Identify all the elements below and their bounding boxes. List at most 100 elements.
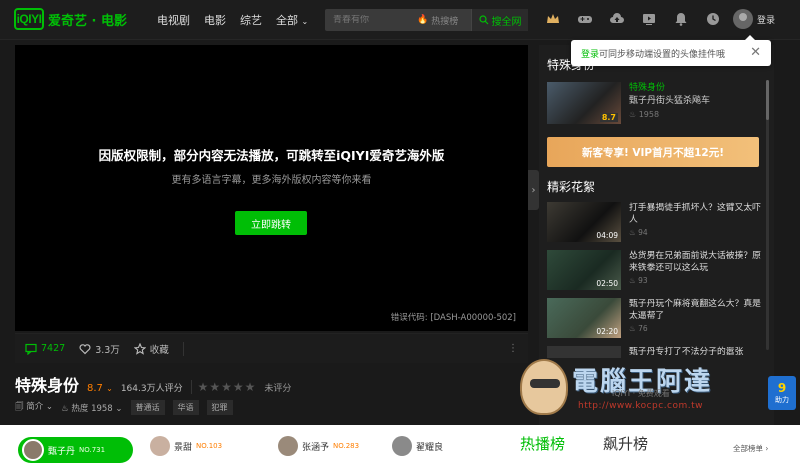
nav-all-label: 全部 (276, 14, 298, 27)
collect-button[interactable]: 收藏 (133, 342, 169, 356)
gamepad-icon[interactable] (577, 11, 593, 27)
clip-thumbnail: 02:20 (547, 298, 621, 338)
intro-link[interactable]: 🗐 简介 ⌄ (15, 400, 53, 415)
jump-button[interactable]: 立即跳转 (235, 211, 307, 235)
cast-name: 甄子丹 (48, 446, 76, 457)
toolbar-icons (545, 11, 721, 27)
like-button[interactable]: 3.3万 (79, 342, 120, 356)
heat-value: ♨ 热度 1958 ⌄ (61, 402, 123, 414)
vip-promo-banner[interactable]: 新客专享! VIP首月不超12元! (547, 137, 759, 167)
side-badge-label: 助力 (775, 396, 789, 404)
cast-item[interactable]: 翟耀良 (392, 436, 443, 456)
chevron-down-icon: ⌄ (115, 403, 123, 414)
chevron-down-icon: ⌄ (45, 402, 54, 412)
clip-item[interactable]: 02:50 怂货男在兄弟面前说大话被揍？原来铁拳还可以这么玩 ♨ 93 (547, 250, 767, 292)
nav-item-tv[interactable]: 电视剧 (157, 12, 190, 28)
all-charts-link[interactable]: 全部榜单 › (733, 443, 768, 454)
search-button[interactable]: 搜全网 (471, 9, 528, 31)
crown-icon[interactable] (545, 11, 561, 27)
comments-count: 7427 (41, 343, 66, 354)
error-code: 错误代码: [DASH-A00000-502] (390, 313, 516, 323)
avatar-sync-tooltip: 登录 可同步移动端设置的头像挂件哦 ✕ (571, 35, 771, 66)
sidebar-toggle-chevron-icon[interactable]: › (528, 170, 539, 210)
collect-label: 收藏 (149, 344, 169, 356)
cast-avatar (150, 436, 170, 456)
clip-thumbnail (547, 346, 621, 358)
cast-item-active[interactable]: 甄子丹 NO.731 (18, 437, 133, 463)
tab-hot-chart[interactable]: 热播榜 (520, 433, 565, 454)
chevron-right-icon: › (765, 444, 769, 453)
login-label: 登录 (757, 15, 776, 26)
cast-name: 张涵予 (302, 442, 330, 453)
rating-stars[interactable]: ★★★★★ (190, 380, 257, 394)
user-login[interactable]: 登录 (733, 9, 775, 29)
bell-icon[interactable] (673, 11, 689, 27)
iqiyi-logo[interactable]: iQIYI 爱奇艺 · 电影 (14, 8, 127, 30)
more-options-icon[interactable]: ⋮ (508, 343, 518, 354)
search-box: 🔥 热搜榜 搜全网 (325, 9, 528, 31)
tag-language[interactable]: 普通话 (130, 400, 165, 415)
cast-avatar (392, 436, 412, 456)
tab-rising-chart[interactable]: 飙升榜 (603, 433, 648, 454)
scrollbar-thumb[interactable] (766, 80, 769, 120)
hot-search-link[interactable]: 🔥 热搜榜 (417, 14, 471, 27)
nav-item-variety[interactable]: 综艺 (240, 12, 262, 28)
top-navigation-bar: iQIYI 爱奇艺 · 电影 电视剧 电影 综艺 全部 ⌄ 🔥 热搜榜 搜全网 … (0, 0, 800, 40)
upload-cloud-icon[interactable] (609, 11, 625, 27)
movie-score[interactable]: 8.7 ⌄ (87, 383, 113, 394)
clock-icon[interactable] (705, 11, 721, 27)
cast-rank: NO.283 (333, 442, 360, 450)
clip-item[interactable]: 04:09 打手暴揭徒手抓坏人？这臂又太吓人 ♨ 94 (547, 202, 767, 244)
player-action-bar: 7427 3.3万 收藏 ⋮ (15, 333, 528, 363)
cast-item[interactable]: 张涵予 NO.283 (278, 436, 359, 456)
clip-views: ♨ 93 (629, 276, 648, 285)
clip-views-count: 94 (638, 228, 648, 237)
comments-button[interactable]: 7427 (25, 343, 65, 355)
cast-rank: NO.103 (196, 442, 223, 450)
feature-thumbnail: 8.7 (547, 82, 621, 124)
video-player[interactable]: 因版权限制，部分内容无法播放，可跳转至iQIYI爱奇艺海外版 更有多语言字幕，更… (15, 45, 528, 331)
tag-region[interactable]: 华语 (172, 400, 199, 415)
search-icon (478, 15, 488, 25)
nav-item-movie[interactable]: 电影 (204, 12, 226, 28)
doc-icon: 🗐 (15, 402, 24, 412)
clip-duration: 04:09 (596, 231, 618, 240)
chevron-down-icon: ⌄ (106, 384, 113, 393)
tag-genre[interactable]: 犯罪 (206, 400, 233, 415)
sidebar-scrollbar[interactable] (766, 80, 769, 350)
clip-title: 怂货男在兄弟面前说大话被揍？原来铁拳还可以这么玩 (629, 251, 761, 273)
screen-play-icon[interactable] (641, 11, 657, 27)
cast-avatar (22, 439, 44, 461)
copyright-sub-message: 更有多语言字幕，更多海外版权内容等你来看 (171, 175, 372, 186)
unrated-label: 未评分 (264, 384, 292, 394)
main-nav: 电视剧 电影 综艺 全部 ⌄ (157, 12, 308, 28)
feature-info: 特殊身份 甄子丹街头猛杀飚车 ♨ 1958 (629, 82, 710, 126)
copyright-message: 因版权限制，部分内容无法播放，可跳转至iQIYI爱奇艺海外版 (98, 148, 445, 163)
clip-duration: 02:20 (596, 327, 618, 336)
clip-item[interactable]: 02:20 甄子丹玩个麻将竟翻这么大？真是太逼帮了 ♨ 76 (547, 298, 767, 340)
hot-search-label: 热搜榜 (431, 16, 459, 27)
flame-icon: ♨ (629, 110, 637, 119)
close-icon[interactable]: ✕ (750, 45, 761, 60)
cast-rank: NO.731 (79, 446, 106, 454)
clip-views-count: 76 (638, 324, 648, 333)
side-badge-number: 9 (777, 381, 787, 395)
nav-item-all[interactable]: 全部 ⌄ (276, 12, 308, 28)
feature-name: 特殊身份 (629, 83, 666, 93)
avatar (733, 9, 753, 29)
cast-item[interactable]: 景甜 NO.103 (150, 436, 222, 456)
clip-title: 甄子丹玩个麻将竟翻这么大？真是太逼帮了 (629, 299, 761, 321)
right-sidebar: 特殊身份 8.7 特殊身份 甄子丹街头猛杀飚车 ♨ 1958 新客专享! VIP… (539, 45, 774, 425)
logo-badge: iQIYI (14, 8, 44, 30)
flame-icon: ♨ (61, 403, 69, 414)
clip-item[interactable]: 甄子丹专打了不法分子的嚣张 (547, 346, 767, 358)
side-promo-badge[interactable]: 9 助力 (768, 376, 796, 410)
heart-icon (79, 343, 91, 354)
tooltip-login-link[interactable]: 登录 (581, 47, 599, 60)
all-charts-label: 全部榜单 (733, 444, 763, 453)
chevron-down-icon: ⌄ (301, 17, 309, 26)
cast-name: 翟耀良 (416, 442, 444, 453)
feature-card[interactable]: 8.7 特殊身份 甄子丹街头猛杀飚车 ♨ 1958 (547, 82, 767, 126)
movie-title: 特殊身份 (15, 376, 80, 395)
search-input[interactable] (325, 15, 417, 25)
